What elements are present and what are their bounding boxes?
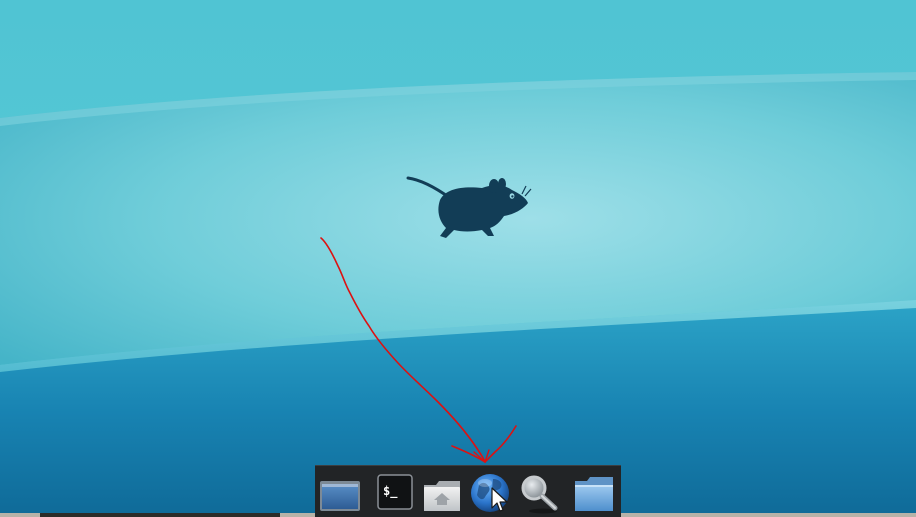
window-icon (320, 481, 360, 511)
terminal-icon: $_ (377, 474, 413, 510)
web-browser-button[interactable] (469, 471, 515, 515)
dock-panel: $_ (315, 465, 621, 517)
terminal-button[interactable]: $_ (371, 471, 417, 515)
red-arrow-annotation (320, 237, 517, 464)
folder-icon (575, 477, 613, 511)
home-folder-icon (424, 481, 460, 511)
desktop: $_ (0, 0, 916, 517)
app-finder-button[interactable] (517, 471, 563, 515)
file-manager-button[interactable] (571, 471, 617, 515)
show-desktop-button[interactable] (317, 471, 363, 515)
terminal-prompt-label: $_ (383, 484, 398, 499)
magnifier-icon (521, 475, 558, 514)
bottom-panel-shadow (40, 513, 280, 517)
mouse-pointer-icon (491, 487, 508, 512)
home-folder-button[interactable] (419, 471, 465, 515)
